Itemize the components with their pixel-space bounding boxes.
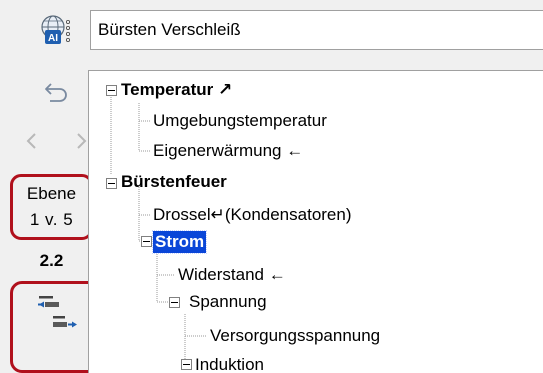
- expander-strom[interactable]: [141, 236, 152, 247]
- tree-node-temperatur[interactable]: Temperatur ↗: [121, 79, 232, 101]
- level-label: Ebene: [26, 184, 77, 203]
- tree-node-spannung[interactable]: Spannung: [189, 291, 267, 313]
- expander-spannung[interactable]: [169, 297, 180, 308]
- tree-node-eigenerwaermung[interactable]: Eigenerwärmung ←: [153, 140, 303, 162]
- nav-forward-icon[interactable]: [73, 131, 89, 151]
- tree-node-umgebungstemperatur[interactable]: Umgebungstemperatur: [153, 110, 327, 132]
- tree-node-buerstenfeuer[interactable]: Bürstenfeuer: [121, 171, 227, 193]
- tree-node-label: Bürstenfeuer: [121, 172, 227, 191]
- level-number: 2.2: [39, 251, 64, 270]
- tree-node-drossel[interactable]: Drossel↵(Kondensatoren): [153, 204, 352, 226]
- tree-node-label: Eigenerwärmung ←: [153, 141, 304, 160]
- tree-node-label: Drossel↵(Kondensatoren): [153, 205, 352, 224]
- tree-node-strom[interactable]: Strom: [151, 230, 208, 254]
- expander-induktion[interactable]: [181, 359, 192, 370]
- tree-node-label: Umgebungstemperatur: [153, 111, 327, 130]
- tree-node-induktion[interactable]: Induktion: [195, 354, 264, 373]
- tree-node-label: Widerstand ←: [178, 265, 286, 284]
- tree-view[interactable]: Temperatur ↗ Umgebungstemperatur Eigener…: [88, 70, 543, 373]
- tree-node-label: Spannung: [189, 292, 267, 311]
- app-window: AI Bürsten Verschleiß Ebene 1 v. 5 2.2 T…: [0, 0, 543, 373]
- tree-node-widerstand[interactable]: Widerstand ←: [178, 264, 286, 286]
- expander-buerstenfeuer[interactable]: [106, 178, 117, 189]
- tree-node-label: Temperatur: [121, 80, 214, 99]
- ai-icon-text: AI: [48, 33, 58, 44]
- tree-node-label: Versorgungsspannung: [210, 326, 381, 345]
- tree-node-arrow: ↗: [213, 80, 233, 99]
- undo-icon[interactable]: [42, 81, 72, 107]
- nav-back-icon[interactable]: [24, 131, 40, 151]
- level-value: 1 v. 5: [29, 210, 74, 229]
- tree-node-versorgungsspannung[interactable]: Versorgungsspannung: [210, 325, 380, 347]
- expand-level-icon[interactable]: [52, 314, 78, 332]
- expander-temperatur[interactable]: [106, 85, 117, 96]
- ai-globe-icon[interactable]: AI: [39, 14, 73, 48]
- collapse-level-icon[interactable]: [38, 294, 60, 312]
- tree-node-label: Induktion: [195, 355, 264, 373]
- tree-node-label: Strom: [155, 232, 205, 251]
- title-input[interactable]: Bürsten Verschleiß: [90, 10, 543, 50]
